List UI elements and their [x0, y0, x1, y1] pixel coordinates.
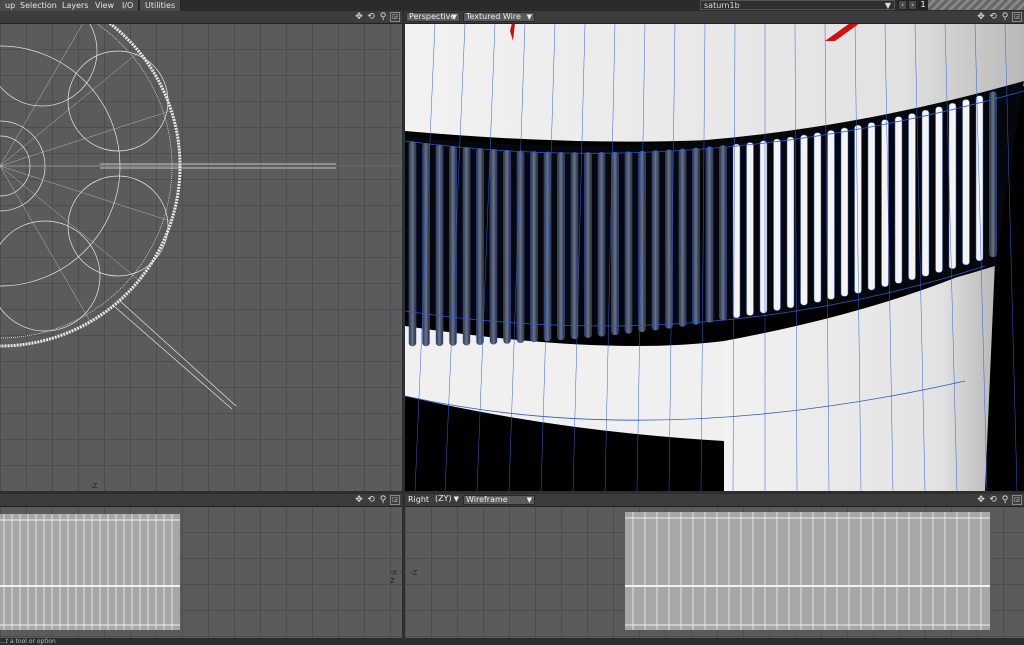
rib [516, 150, 525, 343]
tab-view[interactable]: View [90, 0, 120, 11]
rib [948, 102, 957, 270]
rib [678, 148, 687, 327]
rib [867, 122, 876, 291]
rib [408, 141, 417, 347]
rib [975, 95, 984, 262]
render-mode-dropdown[interactable]: Textured Wire ▼ [463, 12, 535, 22]
rib [881, 119, 889, 287]
rib [557, 151, 565, 341]
viewport-bottom-left[interactable]: ✥ ⟲ ⚲ ◲ -X -Z [0, 494, 402, 638]
view-mode-dropdown[interactable]: Perspective ▼ [406, 12, 460, 22]
move-icon[interactable]: ✥ [354, 495, 364, 505]
chevron-down-icon: ▼ [526, 496, 532, 504]
viewport-header: Right (ZY) ▼ Wireframe ▼ ✥ ⟲ ⚲ ◲ [405, 494, 1024, 507]
rib [476, 148, 484, 345]
tab-selection[interactable]: Selection [15, 0, 63, 11]
rib [759, 140, 768, 314]
maximize-icon[interactable]: ◲ [390, 12, 400, 22]
rib [705, 146, 714, 323]
viewport-divider-vertical[interactable] [402, 11, 405, 638]
top-view-wireframe [0, 11, 402, 410]
rib [800, 134, 808, 306]
chevron-down-icon: ▼ [526, 13, 532, 21]
tab-layers[interactable]: Layers [57, 0, 95, 11]
zoom-icon[interactable]: ⚲ [1000, 12, 1010, 22]
rib [921, 109, 930, 277]
object-select[interactable]: saturn1b ▼ [700, 0, 895, 10]
rib [786, 136, 795, 309]
rotate-icon[interactable]: ⟲ [366, 495, 376, 505]
rib [935, 106, 943, 273]
object-name: saturn1b [704, 1, 740, 10]
chevron-down-icon: ▼ [884, 1, 891, 10]
zoom-icon[interactable]: ⚲ [1000, 495, 1010, 505]
rib [651, 150, 660, 331]
rib [624, 151, 633, 334]
layer-number[interactable]: 1 [918, 0, 928, 10]
layer-buttons[interactable] [928, 0, 1024, 10]
rib [638, 151, 646, 333]
axis-label: -X -Z [390, 569, 402, 585]
maximize-icon[interactable]: ◲ [390, 495, 400, 505]
axes-dropdown[interactable]: (ZY) ▼ [433, 495, 461, 505]
side-view-wireframe [0, 514, 180, 630]
viewport-right[interactable]: Right (ZY) ▼ Wireframe ▼ ✥ ⟲ ⚲ ◲ -Z [405, 494, 1024, 638]
rib [989, 91, 997, 258]
rib [489, 149, 498, 345]
rib [719, 145, 727, 321]
move-icon[interactable]: ✥ [354, 12, 364, 22]
zoom-icon[interactable]: ⚲ [378, 495, 388, 505]
chevron-down-icon: ▼ [453, 495, 459, 503]
render-mode-value: Wireframe [466, 495, 508, 504]
rib [597, 152, 606, 337]
rotate-icon[interactable]: ⟲ [988, 12, 998, 22]
axes-value: (ZY) [435, 494, 452, 503]
zoom-icon[interactable]: ⚲ [378, 12, 388, 22]
rib [773, 138, 781, 311]
rib [692, 147, 700, 325]
rib [908, 113, 916, 281]
rib [813, 132, 822, 303]
status-bar: ...t a tool or option [0, 638, 1024, 645]
view-mode-value: Perspective [409, 12, 456, 21]
tab-utilities[interactable]: Utilities [140, 0, 182, 11]
viewport-perspective[interactable]: Perspective ▼ Textured Wire ▼ ✥ ⟲ ⚲ ◲ [405, 11, 1024, 491]
rib [827, 130, 835, 300]
view-name: Right [408, 495, 430, 504]
maximize-icon[interactable]: ◲ [1012, 495, 1022, 505]
axis-label: -Z [90, 482, 98, 490]
chevron-down-icon: ▼ [451, 13, 457, 21]
viewport-header: ✥ ⟲ ⚲ ◲ [0, 11, 402, 24]
rib [611, 151, 619, 336]
axis-label: -Z [410, 569, 418, 577]
move-icon[interactable]: ✥ [976, 12, 986, 22]
viewport-top-left[interactable]: ✥ ⟲ ⚲ ◲ -Z [0, 11, 402, 491]
next-object-button[interactable]: › [908, 0, 917, 10]
rib [462, 147, 471, 346]
rib [894, 116, 903, 284]
rib [840, 127, 849, 297]
right-view-wireframe [625, 512, 990, 630]
rib [962, 99, 970, 266]
prev-object-button[interactable]: ‹ [898, 0, 907, 10]
maximize-icon[interactable]: ◲ [1012, 12, 1022, 22]
viewport-header: ✥ ⟲ ⚲ ◲ [0, 494, 402, 507]
rotate-icon[interactable]: ⟲ [988, 495, 998, 505]
rotate-icon[interactable]: ⟲ [366, 12, 376, 22]
rib [584, 152, 592, 338]
tab-io[interactable]: I/O [117, 0, 140, 11]
rib [530, 151, 538, 343]
render-mode-dropdown[interactable]: Wireframe ▼ [463, 495, 535, 505]
rib [543, 151, 552, 342]
rib [570, 152, 579, 340]
status-text: ...t a tool or option [0, 638, 56, 645]
rib [503, 149, 511, 344]
render-mode-value: Textured Wire [466, 12, 521, 21]
rib [746, 142, 754, 316]
viewport-header: Perspective ▼ Textured Wire ▼ ✥ ⟲ ⚲ ◲ [405, 11, 1024, 24]
rocket-render [405, 22, 1024, 491]
move-icon[interactable]: ✥ [976, 495, 986, 505]
